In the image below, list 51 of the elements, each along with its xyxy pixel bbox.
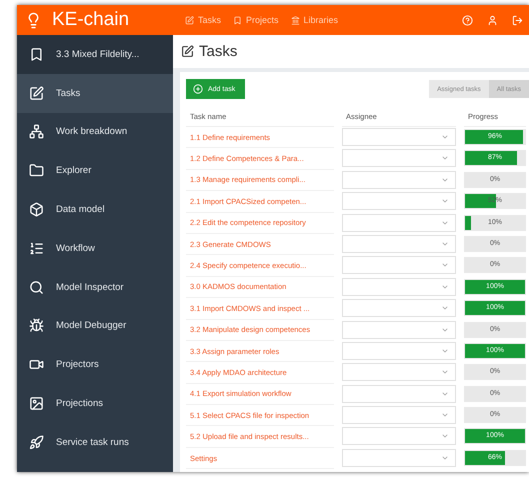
cube-icon	[29, 202, 44, 218]
bookmark-icon	[29, 46, 44, 62]
bank-icon	[290, 16, 300, 24]
assignee-select[interactable]	[342, 278, 456, 296]
sidebar-item[interactable]: Projectors	[17, 345, 173, 384]
sidebar-item[interactable]: Workflow	[17, 228, 173, 268]
assignee-select[interactable]	[342, 384, 456, 403]
assignee-select[interactable]	[342, 128, 456, 146]
edit-icon	[181, 45, 194, 58]
sidebar-item[interactable]: Service task runs	[17, 422, 173, 462]
assignee-select[interactable]	[342, 214, 456, 232]
sidebar-item[interactable]: Model Inspector	[17, 268, 173, 307]
bookmark-icon	[233, 16, 242, 24]
plus-icon	[193, 84, 203, 94]
assignee-select[interactable]	[342, 192, 456, 210]
assignee-select[interactable]	[342, 448, 456, 467]
sidebar-item[interactable]: 3.3 Mixed Fildelity...	[17, 35, 173, 74]
assignee-select[interactable]	[342, 363, 456, 382]
sidebar-item[interactable]: Projections	[17, 384, 173, 423]
search-icon	[29, 280, 44, 295]
bug-icon	[29, 318, 44, 334]
nav-link[interactable]: Tasks	[185, 15, 222, 25]
image-icon	[29, 396, 44, 412]
hierarchy-icon	[29, 124, 44, 140]
logout-icon[interactable]	[512, 14, 523, 26]
sidebar-item[interactable]: Tasks	[17, 74, 173, 113]
sidebar-item[interactable]: Work breakdown	[17, 112, 173, 152]
brand-name: KE-chain	[52, 9, 130, 31]
list-icon	[29, 240, 44, 256]
edit-icon	[185, 16, 194, 24]
nav-link[interactable]: Projects	[233, 15, 279, 25]
rocket-icon	[29, 434, 44, 450]
page-title: Tasks	[199, 43, 238, 60]
assignee-select[interactable]	[342, 234, 456, 253]
caret-icon	[441, 133, 449, 141]
assignee-select[interactable]	[342, 256, 456, 274]
edit-icon	[29, 86, 44, 101]
nav-link[interactable]: Libraries	[290, 15, 338, 25]
help-icon[interactable]	[462, 14, 473, 26]
sidebar-item[interactable]: Data model	[17, 190, 173, 229]
assignee-select[interactable]	[342, 342, 456, 360]
assignee-select[interactable]	[342, 406, 456, 424]
assignee-select[interactable]	[342, 320, 456, 339]
assignee-select[interactable]	[342, 427, 456, 446]
assignee-select[interactable]	[342, 299, 456, 318]
sidebar-item[interactable]: Model Debugger	[17, 306, 173, 346]
user-icon[interactable]	[487, 14, 498, 26]
folder-icon	[29, 163, 44, 178]
assignee-select[interactable]	[342, 149, 456, 168]
assignee-select[interactable]	[342, 170, 456, 189]
sidebar-item[interactable]: Explorer	[17, 151, 173, 190]
